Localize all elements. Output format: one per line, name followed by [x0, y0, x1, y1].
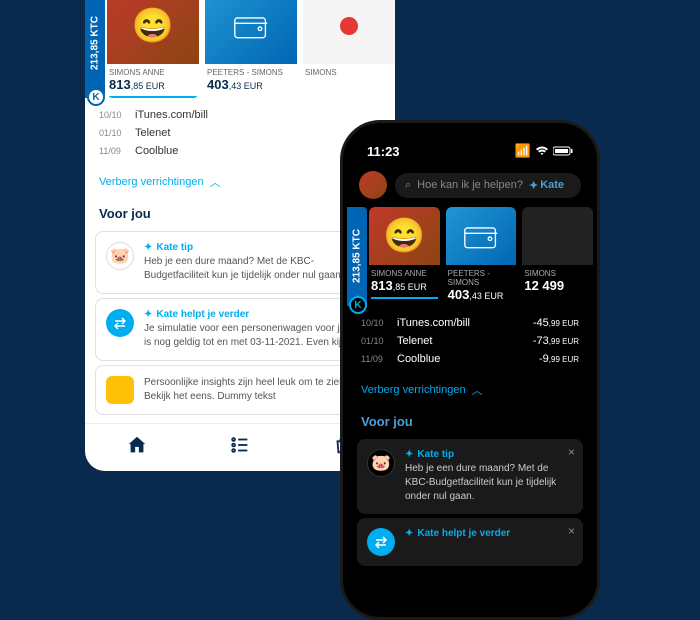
- ktc-badge: 213,85 KTC: [85, 0, 105, 98]
- wifi-icon: [535, 144, 549, 159]
- transaction-row[interactable]: 10/10iTunes.com/bill-45,99 EUR: [361, 314, 579, 332]
- tip-text: Heb je een dure maand? Met de KBC-Budget…: [405, 462, 573, 504]
- account-cards-row: 😄 SIMONS ANNE 813,85 EUR PEETERS - SIMON…: [107, 0, 395, 98]
- transaction-row[interactable]: 01/10Telenet-73,99 EUR: [361, 332, 579, 350]
- transaction-row[interactable]: 11/09Coolblue-9,99 EUR: [361, 350, 579, 368]
- account-card[interactable]: 😄 SIMONS ANNE 813,85 EUR: [107, 0, 199, 98]
- status-time: 11:23: [367, 144, 400, 159]
- close-icon[interactable]: ×: [568, 524, 575, 538]
- close-icon[interactable]: ×: [568, 445, 575, 459]
- transfer-icon: [367, 528, 395, 556]
- battery-icon: [553, 144, 573, 159]
- piggy-bank-icon: 🐷: [106, 242, 134, 270]
- tip-card[interactable]: × 🐷 ✦ Kate tip Heb je een dure maand? Me…: [357, 439, 583, 514]
- chevron-up-icon: ︿: [210, 174, 221, 190]
- header: ⌕ Hoe kan ik je helpen? ✦Kate: [347, 167, 593, 207]
- search-icon: ⌕: [405, 179, 411, 192]
- ktc-badge: 213,85 KTC: [347, 207, 367, 306]
- account-card[interactable]: PEETERS - SIMONS 403,43 EUR: [446, 207, 517, 306]
- kate-brand: ✦Kate: [529, 179, 564, 192]
- tip-card[interactable]: × ✦ Kate helpt je verder: [357, 518, 583, 566]
- nav-list-icon[interactable]: [229, 434, 251, 461]
- insight-icon: [106, 376, 134, 404]
- account-card[interactable]: SIMONS 12 499: [522, 207, 593, 306]
- tip-title: ✦ Kate helpt je verder: [405, 528, 573, 539]
- section-title: Voor jou: [347, 404, 593, 435]
- user-avatar[interactable]: [359, 171, 387, 199]
- signal-icon: 📶: [515, 143, 531, 159]
- tip-title: ✦ Kate tip: [405, 449, 573, 460]
- account-card[interactable]: 😄 SIMONS ANNE 813,85 EUR: [369, 207, 440, 306]
- k-logo-icon: K: [87, 88, 105, 106]
- nav-home-icon[interactable]: [126, 434, 148, 461]
- transaction-row[interactable]: 01/10Telenet: [99, 124, 381, 142]
- transactions-list: 10/10iTunes.com/bill-45,99 EUR 01/10Tele…: [347, 306, 593, 376]
- search-input[interactable]: ⌕ Hoe kan ik je helpen? ✦Kate: [395, 173, 581, 198]
- account-card[interactable]: SIMONS: [303, 0, 395, 98]
- phone-dark-mockup: 11:23 📶 ⌕ Hoe kan ik je helpen? ✦Kate 21…: [340, 120, 600, 620]
- transaction-row[interactable]: 11/09Coolblue: [99, 142, 381, 160]
- account-cards-row: 😄 SIMONS ANNE 813,85 EUR PEETERS - SIMON…: [369, 207, 593, 306]
- status-bar: 11:23 📶: [347, 135, 593, 167]
- account-card[interactable]: PEETERS - SIMONS 403,43 EUR: [205, 0, 297, 98]
- k-logo-icon: K: [349, 296, 367, 314]
- chevron-up-icon: ︿: [472, 382, 483, 398]
- toggle-transactions-link[interactable]: Verberg verrichtingen︿: [347, 376, 593, 404]
- transaction-row[interactable]: 10/10iTunes.com/bill: [99, 106, 381, 124]
- transfer-icon: [106, 309, 134, 337]
- piggy-bank-icon: 🐷: [367, 449, 395, 477]
